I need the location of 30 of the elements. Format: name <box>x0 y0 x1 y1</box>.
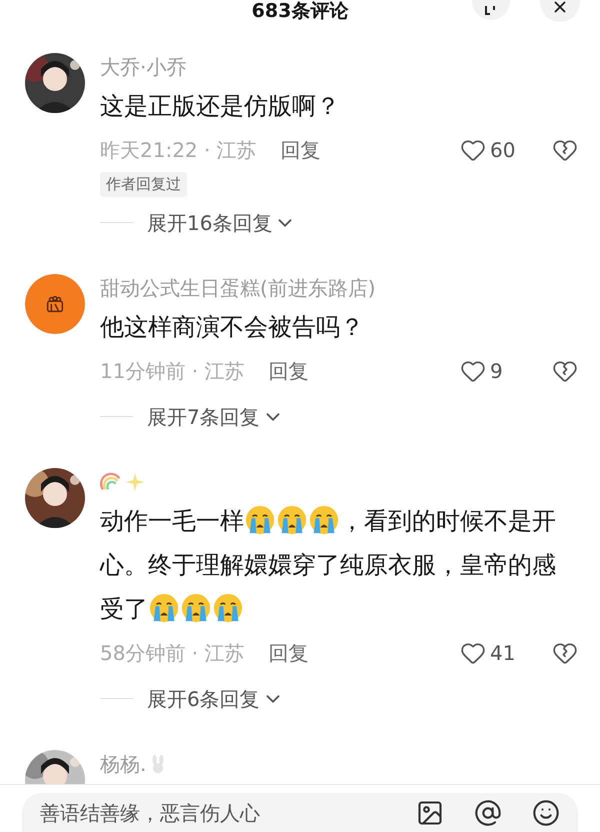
comment-text: 这是正版还是仿版啊？ <box>100 91 341 122</box>
comments-title: 683条评论 <box>252 0 348 24</box>
smiley-icon[interactable] <box>532 799 560 827</box>
crying-face-icon <box>181 592 211 622</box>
comment-meta: 58分钟前 · 江苏 <box>100 640 245 666</box>
rainbow-icon <box>100 470 122 492</box>
comment-field[interactable]: 善语结善缘，恶言伤人心 <box>22 793 578 832</box>
like-button[interactable]: 60 <box>460 135 540 165</box>
reply-button[interactable]: 回复 <box>268 638 309 668</box>
crying-face-icon <box>245 504 275 534</box>
like-button[interactable]: 9 <box>460 356 540 386</box>
expand-replies-button[interactable]: 展开7条回复 <box>147 402 284 432</box>
crying-face-icon <box>277 504 307 534</box>
expand-replies-button[interactable]: 展开6条回复 <box>147 684 284 714</box>
author-replied-badge: 作者回复过 <box>100 172 187 196</box>
crying-face-icon <box>309 504 339 534</box>
comment-meta: 昨天21:22 · 江苏 <box>100 137 257 164</box>
comment-input[interactable]: 善语结善缘，恶言伤人心 <box>40 798 386 828</box>
at-sign-icon[interactable] <box>474 799 502 827</box>
like-button[interactable]: 41 <box>460 638 540 668</box>
image-icon[interactable] <box>416 799 444 827</box>
reply-button[interactable]: 回复 <box>280 135 321 165</box>
crying-face-icon <box>149 592 179 622</box>
reply-button[interactable]: 回复 <box>268 356 309 386</box>
expand-replies-button[interactable]: 展开16条回复 <box>147 208 296 238</box>
comment-text: 动作一毛一样 ，看到的时候不是开心。终于理解嬛嬛穿了纯原衣服，皇帝的感受了 <box>100 504 557 624</box>
comment-meta: 11分钟前 · 江苏 <box>100 358 245 384</box>
corner-icon <box>484 6 498 16</box>
crying-face-icon <box>213 592 243 622</box>
comment-text: 他这样商演不会被告吗？ <box>100 312 365 342</box>
